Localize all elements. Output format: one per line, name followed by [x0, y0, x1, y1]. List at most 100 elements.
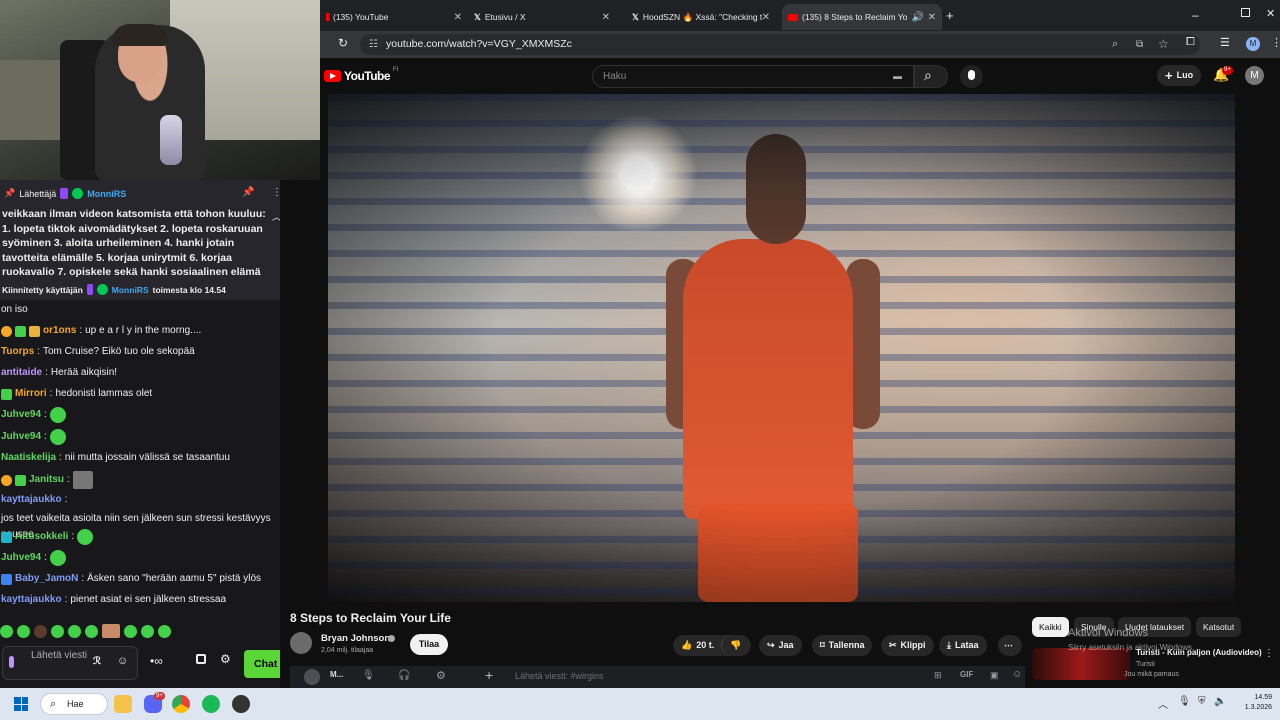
- chat-username[interactable]: Baby_JamoN: [15, 571, 78, 587]
- cast-icon[interactable]: ⧉: [1136, 34, 1143, 55]
- obs-icon[interactable]: [232, 695, 250, 713]
- tab-youtube-video[interactable]: (135) 8 Steps to Reclaim Yo 🔊 ✕: [782, 4, 942, 30]
- emoji-icon[interactable]: ☺: [117, 655, 128, 667]
- discord-add-icon[interactable]: +: [485, 667, 493, 683]
- chat-username[interactable]: Tuorps: [1, 344, 34, 360]
- create-button[interactable]: + Luo: [1157, 65, 1202, 86]
- browser-menu-icon[interactable]: ⋮: [1271, 36, 1280, 49]
- tab-x-post[interactable]: 𝕏 HoodSZN 🔥 Xssä: "Checking t ✕: [626, 4, 776, 30]
- windows-start-icon[interactable]: [14, 697, 28, 711]
- gift-icon[interactable]: [196, 654, 206, 664]
- close-tab-icon[interactable]: ✕: [454, 12, 462, 23]
- file-explorer-icon[interactable]: [114, 695, 132, 713]
- save-button[interactable]: ⌑ Tallenna: [812, 635, 873, 656]
- chrome-icon[interactable]: [172, 695, 190, 713]
- discord-user-avatar[interactable]: [304, 669, 320, 685]
- taskbar-clock[interactable]: 14.59 1.3.2026: [1238, 693, 1272, 713]
- chat-username[interactable]: Janitsu: [29, 472, 64, 488]
- channel-name[interactable]: Bryan Johnson: [321, 633, 390, 644]
- minimize-icon[interactable]: –: [1192, 8, 1199, 22]
- settings-gear-icon[interactable]: ⚙: [220, 652, 231, 666]
- subscribe-button[interactable]: Tilaa: [410, 634, 448, 655]
- discord-emoji-icon[interactable]: ☺: [1012, 669, 1022, 680]
- new-tab-icon[interactable]: +: [946, 8, 954, 23]
- search-input[interactable]: Haku ▬: [592, 65, 914, 88]
- tab-youtube-home[interactable]: (135) YouTube ✕: [320, 4, 468, 30]
- keyboard-icon[interactable]: ▬: [893, 66, 902, 87]
- more-options-icon[interactable]: ⋮: [272, 187, 280, 198]
- chat-username[interactable]: Aitosokkeli: [15, 529, 68, 545]
- share-button[interactable]: ↪ Jaa: [759, 635, 802, 656]
- show-hidden-icons-icon[interactable]: ︿: [1158, 696, 1168, 711]
- clip-button[interactable]: ✂ Klippi: [881, 635, 934, 656]
- chat-username[interactable]: Mirrori: [15, 386, 47, 402]
- close-tab-icon[interactable]: ✕: [602, 12, 610, 23]
- chat-username[interactable]: kayttajaukko: [1, 592, 62, 608]
- zoom-icon[interactable]: ⌕: [1112, 34, 1118, 55]
- chat-username[interactable]: Juhve94: [1, 550, 41, 566]
- discord-message-input[interactable]: Lähetä viesti: #wirgins: [515, 671, 604, 681]
- tab-x-home[interactable]: 𝕏 Etusivu / X ✕: [468, 4, 616, 30]
- pinned-user[interactable]: MonniRS: [87, 189, 126, 199]
- taskbar-search[interactable]: ⌕ Hae: [40, 693, 108, 715]
- chat-username[interactable]: kayttajaukko: [1, 492, 62, 508]
- bookmark-star-icon[interactable]: ☆: [1158, 34, 1169, 55]
- collapse-chevron-icon[interactable]: ︿: [272, 210, 280, 223]
- reload-icon[interactable]: ↻: [338, 36, 348, 50]
- chip-watched[interactable]: Katsotut: [1196, 617, 1242, 637]
- voice-search-button[interactable]: [960, 65, 983, 88]
- chat-username[interactable]: antitaide: [1, 365, 42, 381]
- audio-playing-icon[interactable]: 🔊: [911, 12, 924, 23]
- profile-avatar[interactable]: M: [1246, 37, 1260, 51]
- account-avatar[interactable]: M: [1245, 66, 1264, 85]
- discord-settings-icon[interactable]: ⚙: [436, 669, 446, 682]
- chip-all[interactable]: Kaikki: [1032, 617, 1069, 637]
- chat-username[interactable]: or1ons: [43, 323, 76, 339]
- maximize-icon[interactable]: [1241, 8, 1250, 17]
- chat-username[interactable]: Naatiskelija: [1, 450, 56, 466]
- translate-icon[interactable]: ℛ: [93, 656, 101, 667]
- related-video-channel[interactable]: Turisti: [1136, 661, 1155, 668]
- emote-icon[interactable]: [0, 624, 13, 638]
- discord-gif-icon[interactable]: GIF: [960, 670, 973, 679]
- emote-icon[interactable]: [51, 624, 64, 638]
- discord-mic-icon[interactable]: 🎙: [362, 670, 375, 681]
- tray-mic-icon[interactable]: 🎙: [1178, 696, 1191, 707]
- discord-gift-icon[interactable]: ⊞: [934, 670, 942, 681]
- reading-list-icon[interactable]: ☰: [1220, 36, 1230, 49]
- dislike-button[interactable]: 👎: [721, 635, 751, 656]
- search-button[interactable]: ⌕: [914, 65, 948, 88]
- bits-icon[interactable]: •∞: [150, 654, 163, 668]
- more-actions-button[interactable]: ⋯: [998, 635, 1022, 656]
- address-bar[interactable]: ☷ youtube.com/watch?v=VGY_XMXMSZc ⌕ ⧉ ☆: [360, 34, 1200, 55]
- related-video-thumbnail[interactable]: [1032, 648, 1130, 680]
- chat-username[interactable]: Juhve94: [1, 407, 41, 423]
- volume-icon[interactable]: 🔈: [1214, 696, 1226, 707]
- emote-icon[interactable]: [102, 624, 120, 638]
- youtube-logo[interactable]: YouTube FI: [324, 67, 398, 83]
- related-more-icon[interactable]: ⋮: [1264, 648, 1274, 659]
- chat-username[interactable]: Juhve94: [1, 429, 41, 445]
- spotify-icon[interactable]: [202, 695, 220, 713]
- tray-vpn-icon[interactable]: ⛨: [1198, 696, 1206, 707]
- discord-headset-icon[interactable]: 🎧: [398, 670, 410, 681]
- pinned-footer-user[interactable]: MonniRS: [112, 285, 149, 295]
- unpin-icon[interactable]: 📌: [242, 187, 254, 198]
- extensions-icon[interactable]: ⧠: [1186, 36, 1195, 49]
- site-info-icon[interactable]: ☷: [369, 34, 378, 55]
- close-tab-icon[interactable]: ✕: [927, 12, 936, 23]
- emote-icon[interactable]: [158, 624, 171, 638]
- emote-icon[interactable]: [17, 624, 30, 638]
- emote-icon[interactable]: [141, 624, 154, 638]
- close-window-icon[interactable]: ✕: [1266, 7, 1275, 20]
- emote-icon[interactable]: [85, 624, 98, 638]
- chat-input[interactable]: Lähetä viesti ℛ ☺: [2, 646, 138, 680]
- video-player[interactable]: [328, 94, 1235, 602]
- channel-avatar[interactable]: [290, 632, 312, 654]
- emote-icon[interactable]: [34, 624, 47, 638]
- download-button[interactable]: ⤓ Lataa: [939, 635, 987, 656]
- emote-icon[interactable]: [124, 624, 137, 638]
- chat-send-button[interactable]: Chat: [244, 650, 280, 678]
- emote-icon[interactable]: [68, 624, 81, 638]
- discord-sticker-icon[interactable]: ▣: [990, 670, 999, 681]
